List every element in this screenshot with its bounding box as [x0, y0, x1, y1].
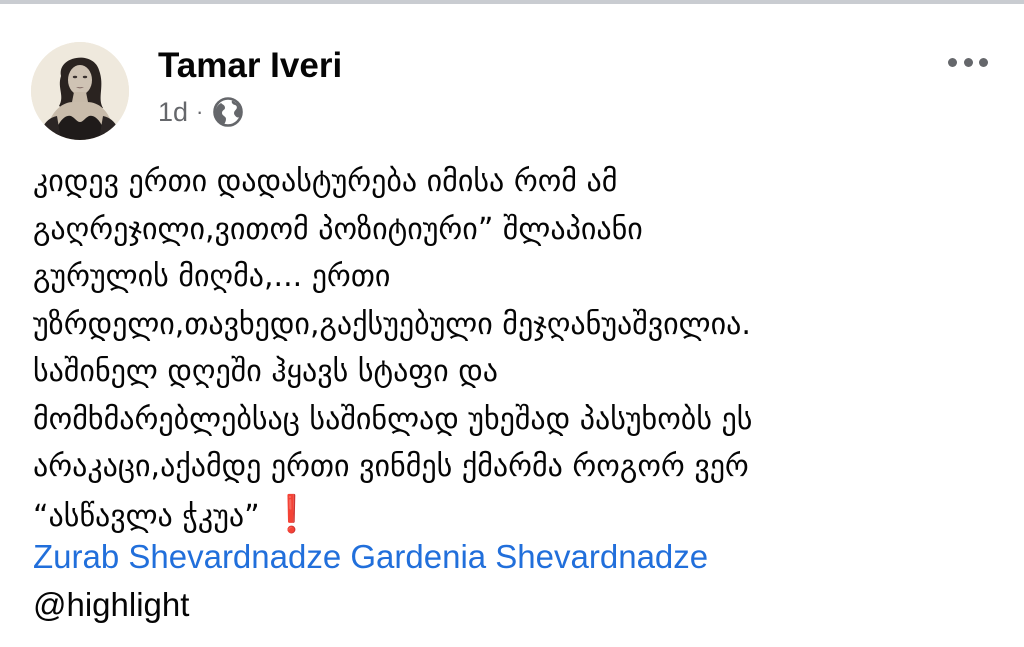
avatar-image: [31, 42, 129, 140]
post-text-line-last: “ასწავლა ჭკუა” ❗: [33, 491, 1003, 541]
post-meta: 1d ·: [158, 94, 244, 130]
more-horizontal-icon-dot: [948, 57, 957, 67]
avatar[interactable]: [31, 42, 129, 140]
post-text-line: გურულის მიღმა,... ერთი: [33, 259, 391, 294]
tag-link-zurab-shevardnadze[interactable]: Zurab Shevardnadze: [33, 538, 341, 575]
globe-icon[interactable]: [212, 96, 244, 128]
post-text-line: “ასწავლა ჭკუა”: [33, 498, 270, 534]
post-text-line: უზრდელი,თავხედი,გაქსუებული მეჯღანუაშვილი…: [33, 306, 751, 342]
post-text-line: არაკაცი,აქამდე ერთი ვინმეს ქმარმა როგორ …: [33, 449, 749, 484]
post-timestamp[interactable]: 1d: [158, 97, 188, 128]
tag-link-gardenia-shevardnadze[interactable]: Gardenia Shevardnadze: [350, 538, 708, 575]
more-horizontal-icon-dot: [963, 57, 973, 67]
post-text-line: მომხმარებლებსაც საშინლად უხეშად პასუხობს…: [33, 401, 753, 437]
tagged-people: Zurab Shevardnadze Gardenia Shevardnadze: [33, 536, 708, 578]
post-text-line: კიდევ ერთი დადასტურება იმისა რომ ამ: [33, 164, 618, 199]
more-horizontal-icon-dot: [979, 57, 988, 67]
author-name[interactable]: Tamar Iveri: [158, 46, 342, 86]
highlight-mention: @highlight: [33, 586, 190, 623]
more-options-button[interactable]: [940, 52, 996, 72]
post-text-line: საშინელ დღეში ჰყავს სტაფი და: [33, 354, 498, 389]
post-card: Tamar Iveri 1d · კიდევ ერთი დადასტურება …: [0, 0, 1024, 647]
post-text: კიდევ ერთი დადასტურება იმისა რომ ამ გაღრ…: [33, 158, 1003, 540]
meta-separator: ·: [196, 99, 204, 124]
post-text-line: გაღრეჯილი,ვითომ პოზიტიური” შლაპიანი: [33, 211, 643, 247]
exclamation-emoji: ❗: [269, 493, 315, 535]
